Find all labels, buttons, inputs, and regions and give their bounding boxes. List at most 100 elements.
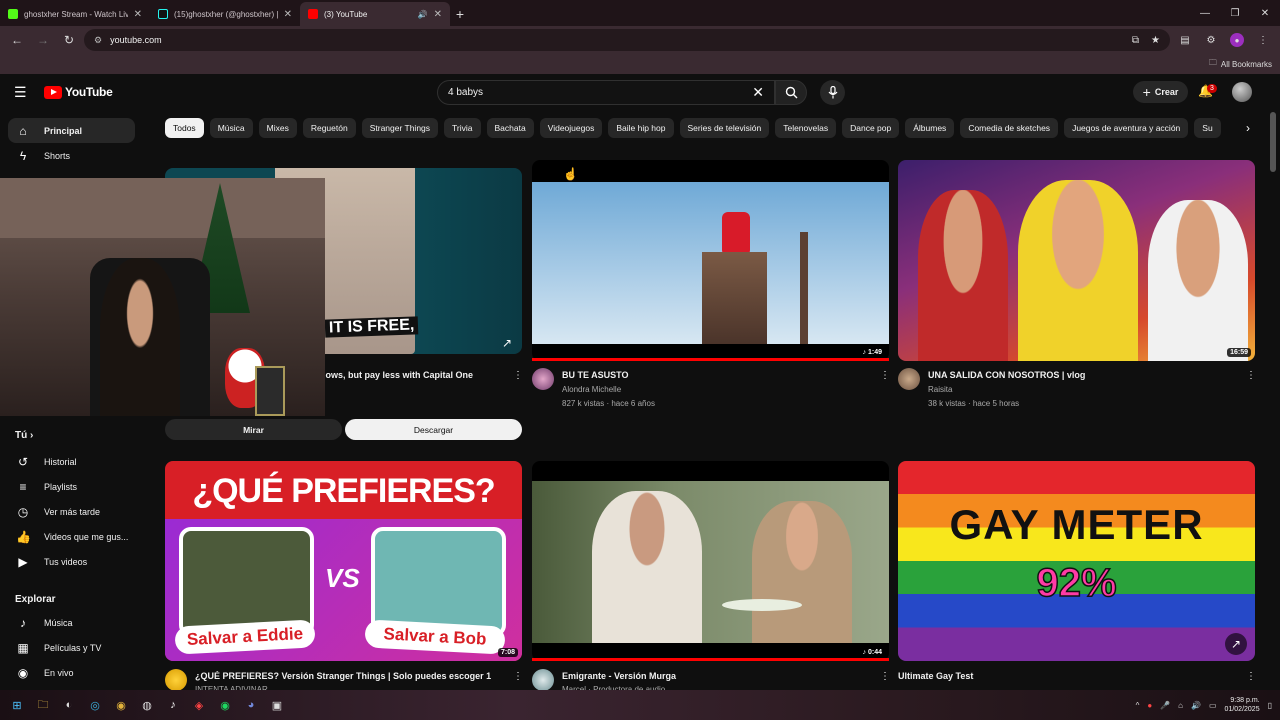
- voice-search-button[interactable]: [820, 80, 845, 105]
- video-card[interactable]: 16:59 UNA SALIDA CON NOSOTROS | vlog Rai…: [898, 160, 1256, 410]
- windows-start-icon[interactable]: ⊞: [6, 694, 28, 716]
- page-scrollbar[interactable]: [1270, 112, 1276, 172]
- sidebar-item-movies[interactable]: ▦ Películas y TV: [8, 635, 135, 660]
- file-explorer-icon[interactable]: 🗀: [32, 694, 54, 716]
- user-avatar[interactable]: [1232, 82, 1252, 102]
- channel-avatar[interactable]: [898, 368, 920, 390]
- close-window-icon[interactable]: ✕: [1250, 0, 1280, 26]
- chevron-right-icon[interactable]: ›: [1246, 121, 1250, 135]
- channel-name[interactable]: Raisita: [928, 385, 952, 394]
- sidebar-item-shorts[interactable]: ϟ Shorts: [8, 143, 135, 168]
- browser-tab-youtube[interactable]: (3) YouTube 🔊 ✕: [300, 2, 450, 26]
- edge-icon[interactable]: ◎: [84, 694, 106, 716]
- record-icon[interactable]: ●: [1147, 701, 1152, 710]
- spotify-icon[interactable]: ◉: [214, 694, 236, 716]
- chip-albumes[interactable]: Álbumes: [905, 118, 955, 138]
- app-red-icon[interactable]: ◈: [188, 694, 210, 716]
- app-icon[interactable]: ▣: [266, 694, 288, 716]
- chip-mixes[interactable]: Mixes: [258, 118, 297, 138]
- chip-regueton[interactable]: Reguetón: [302, 118, 356, 138]
- video-thumbnail[interactable]: 16:59: [898, 160, 1255, 361]
- video-thumbnail[interactable]: ♪ 1:49: [532, 160, 889, 361]
- create-button[interactable]: + Crear: [1133, 81, 1188, 103]
- chip-juegos-aventura[interactable]: Juegos de aventura y acción: [1064, 118, 1189, 138]
- chip-todos[interactable]: Todos: [165, 118, 204, 138]
- channel-avatar[interactable]: [165, 669, 187, 691]
- speaker-icon[interactable]: 🔊: [418, 10, 428, 19]
- all-bookmarks-link[interactable]: All Bookmarks: [1221, 60, 1272, 69]
- video-card[interactable]: ♪ 1:49 BU TE ASUSTO Alondra Michelle 827…: [532, 160, 890, 410]
- video-card[interactable]: ¿QUÉ PREFIERES? VS Salvar a Eddie Salvar…: [165, 461, 523, 694]
- more-options-icon[interactable]: ⋮: [880, 671, 890, 682]
- notification-center-icon[interactable]: ▯: [1268, 701, 1272, 710]
- sidebar-item-historial[interactable]: ↺ Historial: [8, 449, 135, 474]
- sidebar-item-liked-videos[interactable]: 👍 Videos que me gus...: [8, 524, 135, 549]
- more-options-icon[interactable]: ⋮: [513, 671, 523, 682]
- channel-avatar[interactable]: [532, 368, 554, 390]
- chip-musica[interactable]: Música: [209, 118, 253, 138]
- clear-search-icon[interactable]: ✕: [752, 84, 764, 101]
- chip-dance-pop[interactable]: Dance pop: [842, 118, 900, 138]
- hamburger-menu-icon[interactable]: ☰: [14, 85, 30, 99]
- browser-tab-kick[interactable]: ghostxher Stream - Watch Live ✕: [0, 2, 150, 26]
- channel-name[interactable]: Alondra Michelle: [562, 385, 621, 394]
- close-icon[interactable]: ✕: [134, 9, 142, 20]
- chip-stranger-things[interactable]: Stranger Things: [361, 118, 439, 138]
- cast-icon[interactable]: ⧉: [1132, 35, 1139, 46]
- side-panel-icon[interactable]: ▤: [1174, 29, 1196, 51]
- new-tab-button[interactable]: +: [450, 2, 470, 26]
- tiktok-icon[interactable]: ♪: [162, 694, 184, 716]
- video-title[interactable]: ¿QUÉ PREFIERES? Versión Stranger Things …: [195, 671, 505, 681]
- video-thumbnail[interactable]: GAY METER 92% ↗: [898, 461, 1255, 661]
- chip-baile-hip-hop[interactable]: Baile hip hop: [608, 118, 674, 138]
- obs-icon[interactable]: ◍: [136, 694, 158, 716]
- search-input[interactable]: 4 babys ✕: [437, 80, 775, 105]
- speaker-icon[interactable]: 🔊: [1191, 701, 1201, 710]
- ad-title[interactable]: shows, but pay less with Capital One: [315, 370, 515, 380]
- sidebar-item-principal[interactable]: ⌂ Principal: [8, 118, 135, 143]
- restore-icon[interactable]: ❐: [1220, 0, 1250, 26]
- more-options-icon[interactable]: ⋮: [1246, 370, 1256, 381]
- app-icon[interactable]: ◐: [58, 694, 80, 716]
- forward-icon[interactable]: →: [32, 29, 54, 51]
- download-button[interactable]: Descargar: [345, 419, 522, 440]
- back-icon[interactable]: ←: [6, 29, 28, 51]
- video-card[interactable]: GAY METER 92% ↗ Ultimate Gay Test ⋮: [898, 461, 1256, 690]
- watch-button[interactable]: Mirar: [165, 419, 342, 440]
- video-thumbnail[interactable]: ¿QUÉ PREFIERES? VS Salvar a Eddie Salvar…: [165, 461, 522, 661]
- chip-su[interactable]: Su: [1194, 118, 1221, 138]
- extensions-icon[interactable]: ⚙: [1200, 29, 1222, 51]
- sidebar-item-playlists[interactable]: ≡ Playlists: [8, 474, 135, 499]
- sidebar-item-live[interactable]: ◉ En vivo: [8, 660, 135, 685]
- site-info-icon[interactable]: ⚙: [94, 35, 102, 46]
- sidebar-section-you[interactable]: Tú ›: [15, 430, 33, 441]
- chip-videojuegos[interactable]: Videojuegos: [539, 118, 603, 138]
- video-title[interactable]: Emigrante - Versión Murga: [562, 671, 872, 681]
- close-icon[interactable]: ✕: [284, 9, 292, 20]
- browser-tab-tiktok[interactable]: (15)ghostxher (@ghostxher) | T ✕: [150, 2, 300, 26]
- sidebar-item-your-videos[interactable]: ▶ Tus videos: [8, 549, 135, 574]
- profile-icon[interactable]: ●: [1226, 29, 1248, 51]
- search-button[interactable]: [775, 80, 807, 105]
- open-external-icon[interactable]: ↗: [502, 336, 512, 350]
- network-icon[interactable]: ⌂: [1178, 701, 1183, 710]
- discord-icon[interactable]: ◕: [240, 694, 262, 716]
- chip-bachata[interactable]: Bachata: [486, 118, 534, 138]
- system-clock[interactable]: 9:38 p.m. 01/02/2025: [1225, 696, 1260, 714]
- microphone-icon[interactable]: 🎤: [1160, 701, 1170, 710]
- channel-avatar[interactable]: [532, 669, 554, 691]
- chevron-up-icon[interactable]: ^: [1136, 701, 1140, 710]
- more-options-icon[interactable]: ⋮: [1246, 671, 1256, 682]
- chip-series-tv[interactable]: Series de televisión: [679, 118, 770, 138]
- video-title[interactable]: UNA SALIDA CON NOSOTROS | vlog: [928, 370, 1238, 380]
- battery-icon[interactable]: ▭: [1209, 701, 1217, 710]
- sidebar-item-watch-later[interactable]: ◷ Ver más tarde: [8, 499, 135, 524]
- minimize-icon[interactable]: —: [1190, 0, 1220, 26]
- youtube-logo[interactable]: YouTube: [44, 85, 113, 99]
- chip-telenovelas[interactable]: Telenovelas: [775, 118, 837, 138]
- video-card[interactable]: ♪ 0:44 Emigrante - Versión Murga Marcel …: [532, 461, 890, 694]
- more-options-icon[interactable]: ⋮: [513, 370, 523, 381]
- more-options-icon[interactable]: ⋮: [880, 370, 890, 381]
- video-title[interactable]: BU TE ASUSTO: [562, 370, 872, 380]
- chip-trivia[interactable]: Trivia: [444, 118, 481, 138]
